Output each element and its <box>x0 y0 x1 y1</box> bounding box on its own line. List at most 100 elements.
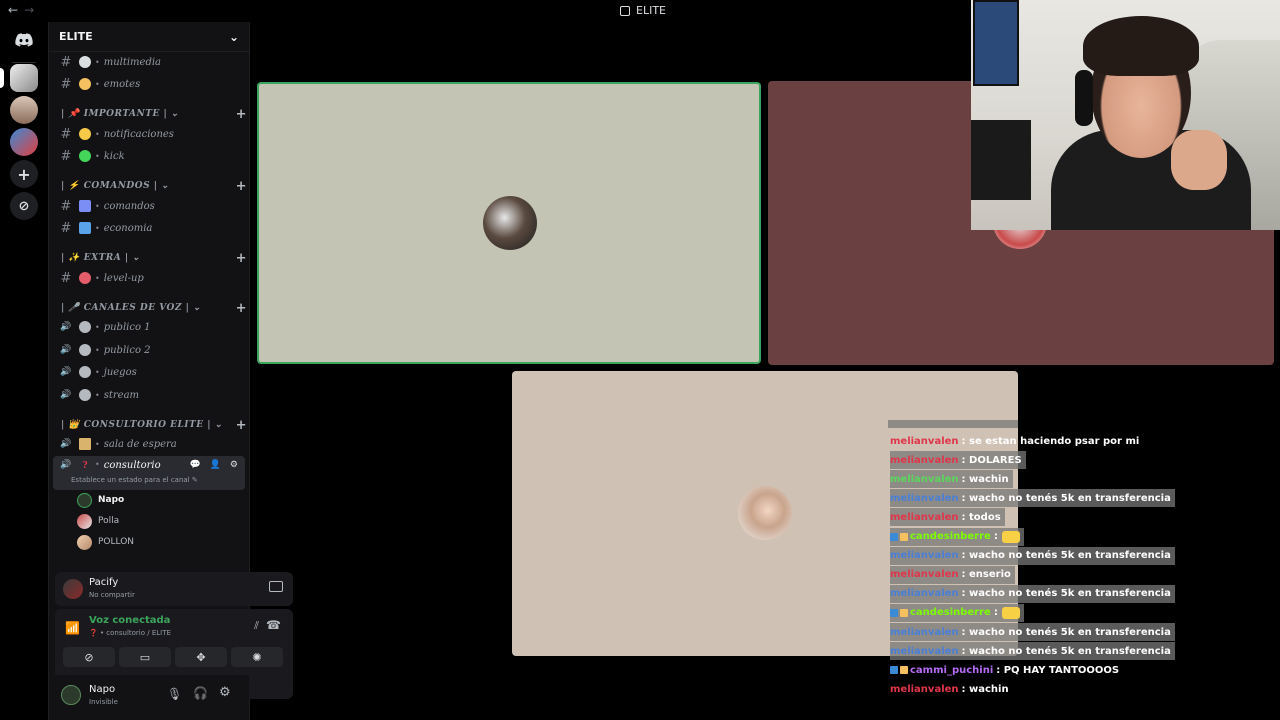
server-avatar-2-icon[interactable] <box>10 96 38 124</box>
channel-comandos[interactable]: # • comandos <box>59 196 245 216</box>
add-channel-icon[interactable]: + <box>236 179 247 194</box>
hash-icon: # <box>60 270 72 286</box>
microphone-icon <box>79 344 91 356</box>
channel-kick[interactable]: # • kick <box>59 146 245 166</box>
soundboard-button[interactable]: ✺ <box>231 647 283 667</box>
speaker-icon: 🔊 <box>60 367 72 377</box>
screen-share-icon[interactable] <box>269 581 283 592</box>
speaker-icon: 🔊 <box>60 439 72 449</box>
channel-notificaciones[interactable]: # • notificaciones <box>59 124 245 144</box>
chat-message: candesinberre: <box>890 603 1024 622</box>
channel-sidebar: ELITE ⌄ # • multimedia # • emotes | 📌 IMPORT… <box>48 22 293 720</box>
emote-icon <box>1001 530 1020 543</box>
category-canales-de-voz[interactable]: | 🎤 CANALES DE VOZ | ⌄ + <box>61 300 247 316</box>
chat-message: melianvalen: wacho no tenés 5k en transf… <box>890 546 1175 565</box>
chat-badge-icon <box>900 608 908 617</box>
chat-text: : wacho no tenés 5k en transferencia <box>961 550 1171 562</box>
chat-message: melianvalen: todos <box>890 508 1005 527</box>
server-avatar-3-icon[interactable] <box>10 128 38 156</box>
microphone-icon[interactable]: 🎙 <box>167 687 182 701</box>
monitor <box>971 120 1031 200</box>
chat-message: cammi_puchini: PQ HAY TANTOOOOS <box>890 661 1119 679</box>
channel-label: stream <box>103 389 140 401</box>
voice-connected-channel[interactable]: ❓ • consultorio / ELITE <box>89 629 171 637</box>
discord-home-icon[interactable] <box>10 26 38 54</box>
stream-user-name: Pacify <box>89 577 119 588</box>
channel-emotes[interactable]: # • emotes <box>59 74 245 94</box>
channel-sala-de-espera[interactable]: 🔊 • sala de espera <box>59 434 245 454</box>
bell-icon <box>79 128 91 140</box>
chat-badge-icon <box>890 532 898 541</box>
forward-arrow-icon[interactable]: → <box>24 3 40 17</box>
channel-level-up[interactable]: # • level-up <box>59 268 245 288</box>
chat-username: melianvalen <box>890 645 959 657</box>
chat-message: melianvalen: wacho no tenés 5k en transf… <box>890 584 1175 603</box>
channel-stream[interactable]: 🔊 • stream <box>59 385 245 405</box>
channel-consultorio[interactable]: 🔊 ? • consultorio Establece un estado par… <box>53 456 245 490</box>
back-arrow-icon[interactable]: ← <box>8 3 24 17</box>
hash-icon: # <box>60 126 72 142</box>
microphone-icon <box>79 321 91 333</box>
disc-icon <box>79 56 91 68</box>
add-channel-icon[interactable]: + <box>236 301 247 316</box>
channel-economia[interactable]: # • economia <box>59 218 245 238</box>
channel-juegos[interactable]: 🔊 • juegos <box>59 362 245 382</box>
channel-publico-2[interactable]: 🔊 • publico 2 <box>59 340 245 360</box>
headphones-icon[interactable]: 🎧 <box>193 686 208 700</box>
channel-label: kick <box>103 150 125 162</box>
rocket-icon <box>79 272 91 284</box>
history-nav[interactable]: ←→ <box>8 3 40 17</box>
voice-connected-title[interactable]: Voz conectada <box>89 615 170 626</box>
chat-text: : wacho no tenés 5k en transferencia <box>961 645 1171 657</box>
chat-text: : wacho no tenés 5k en transferencia <box>961 626 1171 638</box>
channel-label: economia <box>103 222 153 234</box>
avatar <box>483 196 537 250</box>
explore-compass-icon[interactable]: ⊘ <box>10 192 38 220</box>
channel-tools[interactable]: 💬 👤 ⚙ <box>190 460 241 470</box>
channel-publico-1[interactable]: 🔊 • publico 1 <box>59 317 245 337</box>
channel-label: consultorio <box>103 460 161 471</box>
voice-user[interactable]: Polla <box>77 512 119 530</box>
video-tile-napo[interactable] <box>257 82 761 364</box>
guild-header[interactable]: ELITE ⌄ <box>49 22 249 52</box>
gear-icon[interactable]: ⚙ <box>219 685 231 700</box>
server-elite-icon[interactable] <box>10 64 38 92</box>
user-name[interactable]: Napo <box>89 684 115 695</box>
add-channel-icon[interactable]: + <box>236 107 247 122</box>
category-consultorio-elite[interactable]: | 👑 CONSULTORIO ELITE | ⌄ + <box>61 417 247 433</box>
add-channel-icon[interactable]: + <box>236 251 247 266</box>
add-channel-icon[interactable]: + <box>236 418 247 433</box>
hash-icon: # <box>60 54 72 70</box>
category-comandos[interactable]: | ⚡ COMANDOS | ⌄ + <box>61 178 247 194</box>
channel-multimedia[interactable]: # • multimedia <box>59 52 245 72</box>
noise-suppression-icon[interactable]: ⫽ <box>254 619 259 633</box>
avatar <box>63 579 83 599</box>
voice-user-name: Polla <box>98 516 120 526</box>
camera-toggle-button[interactable]: ⊘ <box>63 647 115 667</box>
category-extra[interactable]: | ✨ EXTRA | ⌄ + <box>61 250 247 266</box>
camera-off-icon: ⊘ <box>84 650 94 664</box>
avatar[interactable] <box>61 685 81 705</box>
activities-icon: ✥ <box>196 650 206 664</box>
chat-username: melianvalen <box>890 550 959 562</box>
avatar <box>77 534 92 550</box>
category-label: | ✨ EXTRA | ⌄ <box>61 253 141 263</box>
chat-username: melianvalen <box>890 511 959 523</box>
category-importante[interactable]: | 📌 IMPORTANTE | ⌄ + <box>61 106 247 122</box>
voice-user[interactable]: Napo <box>77 491 124 509</box>
server-icon <box>620 5 630 16</box>
chat-badge-icon <box>900 666 908 675</box>
guild-name: ELITE <box>59 30 93 43</box>
channel-status-text[interactable]: Establece un estado para el canal ✎ <box>71 476 198 484</box>
voice-user[interactable]: POLLON <box>77 533 134 551</box>
stream-panel: Pacify No compartir <box>55 572 293 606</box>
disconnect-icon[interactable]: ☎ <box>266 618 281 632</box>
channel-label: comandos <box>103 200 155 212</box>
channel-label: sala de espera <box>103 438 177 450</box>
share-screen-button[interactable]: ▭ <box>119 647 171 667</box>
chat-username: melianvalen <box>890 473 959 485</box>
activities-button[interactable]: ✥ <box>175 647 227 667</box>
category-label: | 👑 CONSULTORIO ELITE | ⌄ <box>61 420 223 430</box>
add-server-icon[interactable]: + <box>10 160 38 188</box>
chat-message: melianvalen: se estan haciendo psar por … <box>890 432 1139 450</box>
